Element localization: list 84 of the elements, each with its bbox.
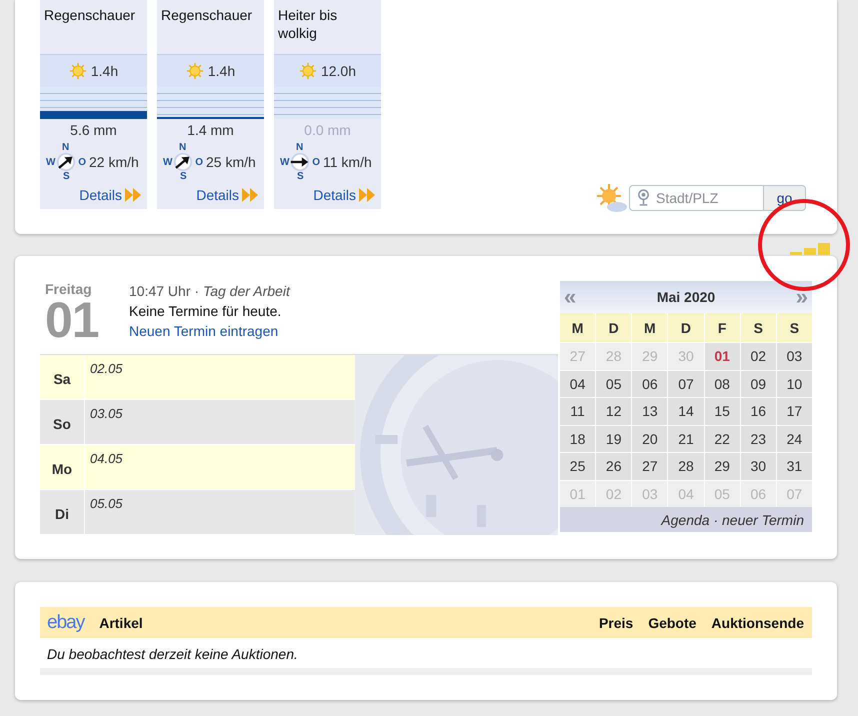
date-cell[interactable]: 08 (704, 370, 740, 397)
agenda-day-cell: Sa (40, 355, 85, 399)
ebay-logo: ebay (47, 612, 84, 634)
date-cell[interactable]: 19 (596, 426, 632, 452)
rain-amount: 0.0 mm (303, 121, 352, 140)
date-cell[interactable]: 11 (560, 398, 596, 424)
weekday-header: D (668, 313, 704, 342)
day-number: 01 (45, 297, 100, 343)
time-text: 10:47 Uhr (129, 283, 190, 299)
date-cell[interactable]: 26 (596, 453, 632, 480)
date-cell[interactable]: 06 (632, 370, 668, 397)
agenda-day-cell: So (40, 400, 85, 444)
date-cell[interactable]: 17 (776, 398, 812, 424)
date-cell[interactable]: 27 (632, 453, 668, 480)
date-cell[interactable]: 25 (560, 453, 596, 480)
date-cell[interactable]: 01 (704, 343, 740, 370)
date-cell[interactable]: 16 (740, 398, 776, 424)
date-cell[interactable]: 05 (596, 370, 632, 397)
column-header: Artikel (99, 614, 143, 630)
date-cell[interactable]: 29 (704, 453, 740, 480)
sunshine-hours: 1.4h (208, 63, 236, 79)
date-cell[interactable]: 14 (668, 398, 704, 424)
date-cell[interactable]: 02 (740, 343, 776, 370)
empty-message: Du beobachtest derzeit keine Auktionen. (46, 645, 299, 664)
agenda-date-cell-text: 02.05 (89, 360, 124, 378)
column-header: Auktionsende (711, 614, 804, 630)
agenda-date-cell-text: 05.05 (89, 495, 124, 513)
double-chevron-icon (125, 188, 141, 202)
weekday-header: F (704, 313, 740, 342)
date-cell[interactable]: 21 (668, 426, 704, 452)
no-events-text: Keine Termine für heute. (129, 302, 282, 321)
rain-amount: 5.6 mm (69, 121, 118, 140)
date-cell[interactable]: 30 (740, 453, 776, 480)
location-search-field[interactable]: Stadt/PLZ (629, 185, 763, 211)
agenda-day-cell: Mo (40, 445, 85, 489)
details-link[interactable]: Details (196, 187, 239, 203)
agenda-link[interactable]: Agenda (661, 512, 710, 528)
bar-level-icon (790, 243, 830, 255)
double-chevron-icon (359, 188, 375, 202)
wind-speed: 11 km/h (323, 154, 372, 170)
sun-icon (68, 62, 87, 80)
weekday-header: M (560, 313, 596, 342)
date-cell[interactable]: 31 (776, 453, 812, 480)
date-cell[interactable]: 18 (560, 426, 596, 452)
details-link[interactable]: Details (79, 187, 122, 203)
date-cell[interactable]: 07 (668, 370, 704, 397)
agenda-day-cell: Di (40, 490, 85, 534)
date-cell[interactable]: 20 (632, 426, 668, 452)
date-cell[interactable]: 15 (704, 398, 740, 424)
sunshine-hours: 1.4h (90, 63, 118, 79)
sun-icon (186, 62, 204, 80)
new-event-link[interactable]: Neuen Termin eintragen (129, 323, 278, 339)
wind-speed: 22 km/h (89, 154, 139, 170)
new-event-link[interactable]: neuer Termin (722, 512, 804, 528)
date-cell[interactable]: 10 (776, 370, 812, 397)
column-header: Gebote (648, 614, 696, 630)
sunshine-hours: 12.0h (320, 63, 356, 79)
separator-dot: · (713, 512, 718, 528)
agenda-date-cell-text: 03.05 (89, 405, 124, 423)
separator-dot: · (194, 283, 200, 299)
details-link[interactable]: Details (313, 187, 356, 203)
rain-amount: 1.4 mm (186, 121, 235, 140)
double-chevron-icon (242, 188, 258, 202)
date-cell[interactable]: 23 (740, 426, 776, 452)
date-cell[interactable]: 04 (560, 370, 596, 397)
weekday-header: S (776, 313, 812, 342)
weekday-label: Freitag (45, 281, 93, 297)
date-cell[interactable]: 09 (740, 370, 776, 397)
date-cell[interactable]: 28 (668, 453, 704, 480)
sun-cloud-icon (595, 183, 629, 213)
wind-speed: 25 km/h (206, 154, 256, 170)
date-cell[interactable]: 13 (632, 398, 668, 424)
date-cell[interactable]: 22 (704, 426, 740, 452)
weekday-header: D (596, 313, 632, 342)
date-cell[interactable]: 12 (596, 398, 632, 424)
agenda-date-cell-text: 04.05 (89, 450, 124, 468)
weekday-header: M (632, 313, 668, 342)
sun-icon (298, 62, 317, 80)
date-cell[interactable]: 03 (776, 343, 812, 370)
weekday-header: S (740, 313, 776, 342)
column-header: Preis (598, 614, 634, 630)
date-cell[interactable]: 24 (776, 426, 812, 452)
holiday-text: Tag der Arbeit (202, 283, 290, 299)
month-title: Mai 2020 (656, 289, 716, 305)
